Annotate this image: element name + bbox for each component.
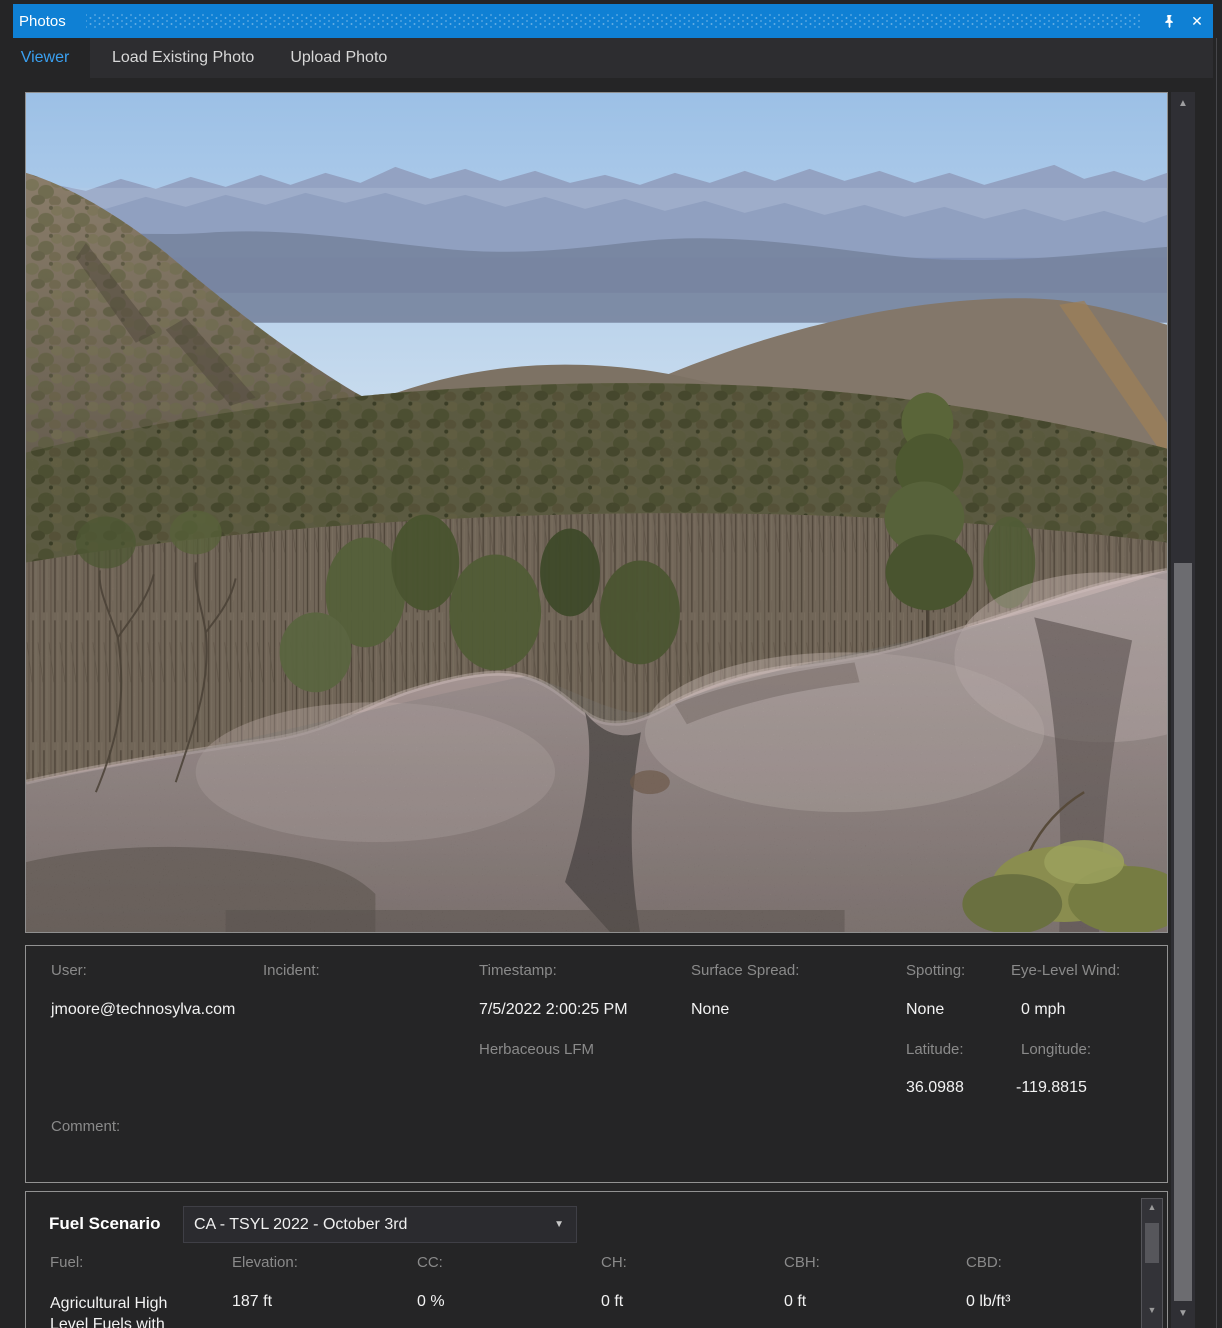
- pin-icon-glyph: [1162, 14, 1177, 29]
- scroll-up-icon[interactable]: ▲: [1142, 1202, 1162, 1212]
- photo-viewer: [25, 92, 1168, 933]
- cbd-value: 0 lb/ft³: [966, 1293, 1010, 1311]
- scroll-up-icon[interactable]: ▲: [1171, 98, 1195, 109]
- fuel-scenario-title: Fuel Scenario: [49, 1214, 160, 1234]
- cc-value: 0 %: [417, 1293, 445, 1311]
- ch-label: CH:: [601, 1254, 627, 1271]
- fuel-scenario-dropdown-value: CA - TSYL 2022 - October 3rd: [184, 1216, 542, 1234]
- main-scrollbar[interactable]: ▲ ▼: [1171, 92, 1195, 1328]
- comment-label: Comment:: [51, 1118, 120, 1135]
- fuel-scenario-dropdown[interactable]: CA - TSYL 2022 - October 3rd ▼: [183, 1206, 577, 1243]
- elevation-value: 187 ft: [232, 1293, 272, 1311]
- scroll-down-icon[interactable]: ▼: [1142, 1305, 1162, 1315]
- fuel-scrollbar-thumb[interactable]: [1145, 1223, 1159, 1263]
- pin-icon[interactable]: [1157, 9, 1181, 33]
- main-scrollbar-thumb[interactable]: [1174, 563, 1192, 1301]
- fuel-scenario-panel: Fuel Scenario CA - TSYL 2022 - October 3…: [25, 1191, 1168, 1328]
- elevation-label: Elevation:: [232, 1254, 298, 1271]
- cbh-label: CBH:: [784, 1254, 820, 1271]
- titlebar: Photos ✕: [13, 4, 1213, 38]
- close-icon[interactable]: ✕: [1185, 9, 1209, 33]
- cc-label: CC:: [417, 1254, 443, 1271]
- fuel-panel-scrollbar[interactable]: ▲ ▼: [1141, 1198, 1163, 1328]
- timestamp-value: 7/5/2022 2:00:25 PM: [479, 1001, 628, 1019]
- tab-viewer[interactable]: Viewer: [0, 38, 90, 78]
- user-value: jmoore@technosylva.com: [51, 1001, 235, 1019]
- cbd-label: CBD:: [966, 1254, 1002, 1271]
- chevron-down-icon: ▼: [542, 1219, 576, 1230]
- tab-strip: Viewer Load Existing Photo Upload Photo: [0, 38, 1213, 78]
- latitude-value: 36.0988: [906, 1079, 964, 1097]
- drag-handle-dots[interactable]: [86, 14, 1141, 29]
- panel-right-border: [1216, 38, 1217, 1328]
- longitude-value: -119.8815: [1016, 1079, 1087, 1097]
- scroll-down-icon[interactable]: ▼: [1171, 1308, 1195, 1319]
- longitude-label: Longitude:: [1021, 1041, 1091, 1058]
- photo-image: [26, 93, 1167, 932]
- spotting-label: Spotting:: [906, 962, 965, 979]
- timestamp-label: Timestamp:: [479, 962, 557, 979]
- eye-level-wind-value: 0 mph: [1021, 1001, 1065, 1019]
- tab-upload-photo[interactable]: Upload Photo: [272, 38, 407, 78]
- surface-spread-label: Surface Spread:: [691, 962, 799, 979]
- surface-spread-value: None: [691, 1001, 729, 1019]
- window-title: Photos: [13, 13, 66, 30]
- fuel-value: Agricultural High Level Fuels with: [50, 1293, 210, 1328]
- user-label: User:: [51, 962, 87, 979]
- incident-label: Incident:: [263, 962, 320, 979]
- photos-tool-window: Photos ✕ Viewer Load Existing Photo Uplo…: [0, 0, 1222, 1328]
- eye-level-wind-label: Eye-Level Wind:: [1011, 962, 1120, 979]
- spotting-value: None: [906, 1001, 944, 1019]
- fuel-label: Fuel:: [50, 1254, 83, 1271]
- herbaceous-lfm-label: Herbaceous LFM: [479, 1041, 594, 1058]
- latitude-label: Latitude:: [906, 1041, 964, 1058]
- photo-metadata-panel: User: Incident: Timestamp: Surface Sprea…: [25, 945, 1168, 1183]
- tab-load-existing-photo[interactable]: Load Existing Photo: [90, 38, 272, 78]
- cbh-value: 0 ft: [784, 1293, 806, 1311]
- ch-value: 0 ft: [601, 1293, 623, 1311]
